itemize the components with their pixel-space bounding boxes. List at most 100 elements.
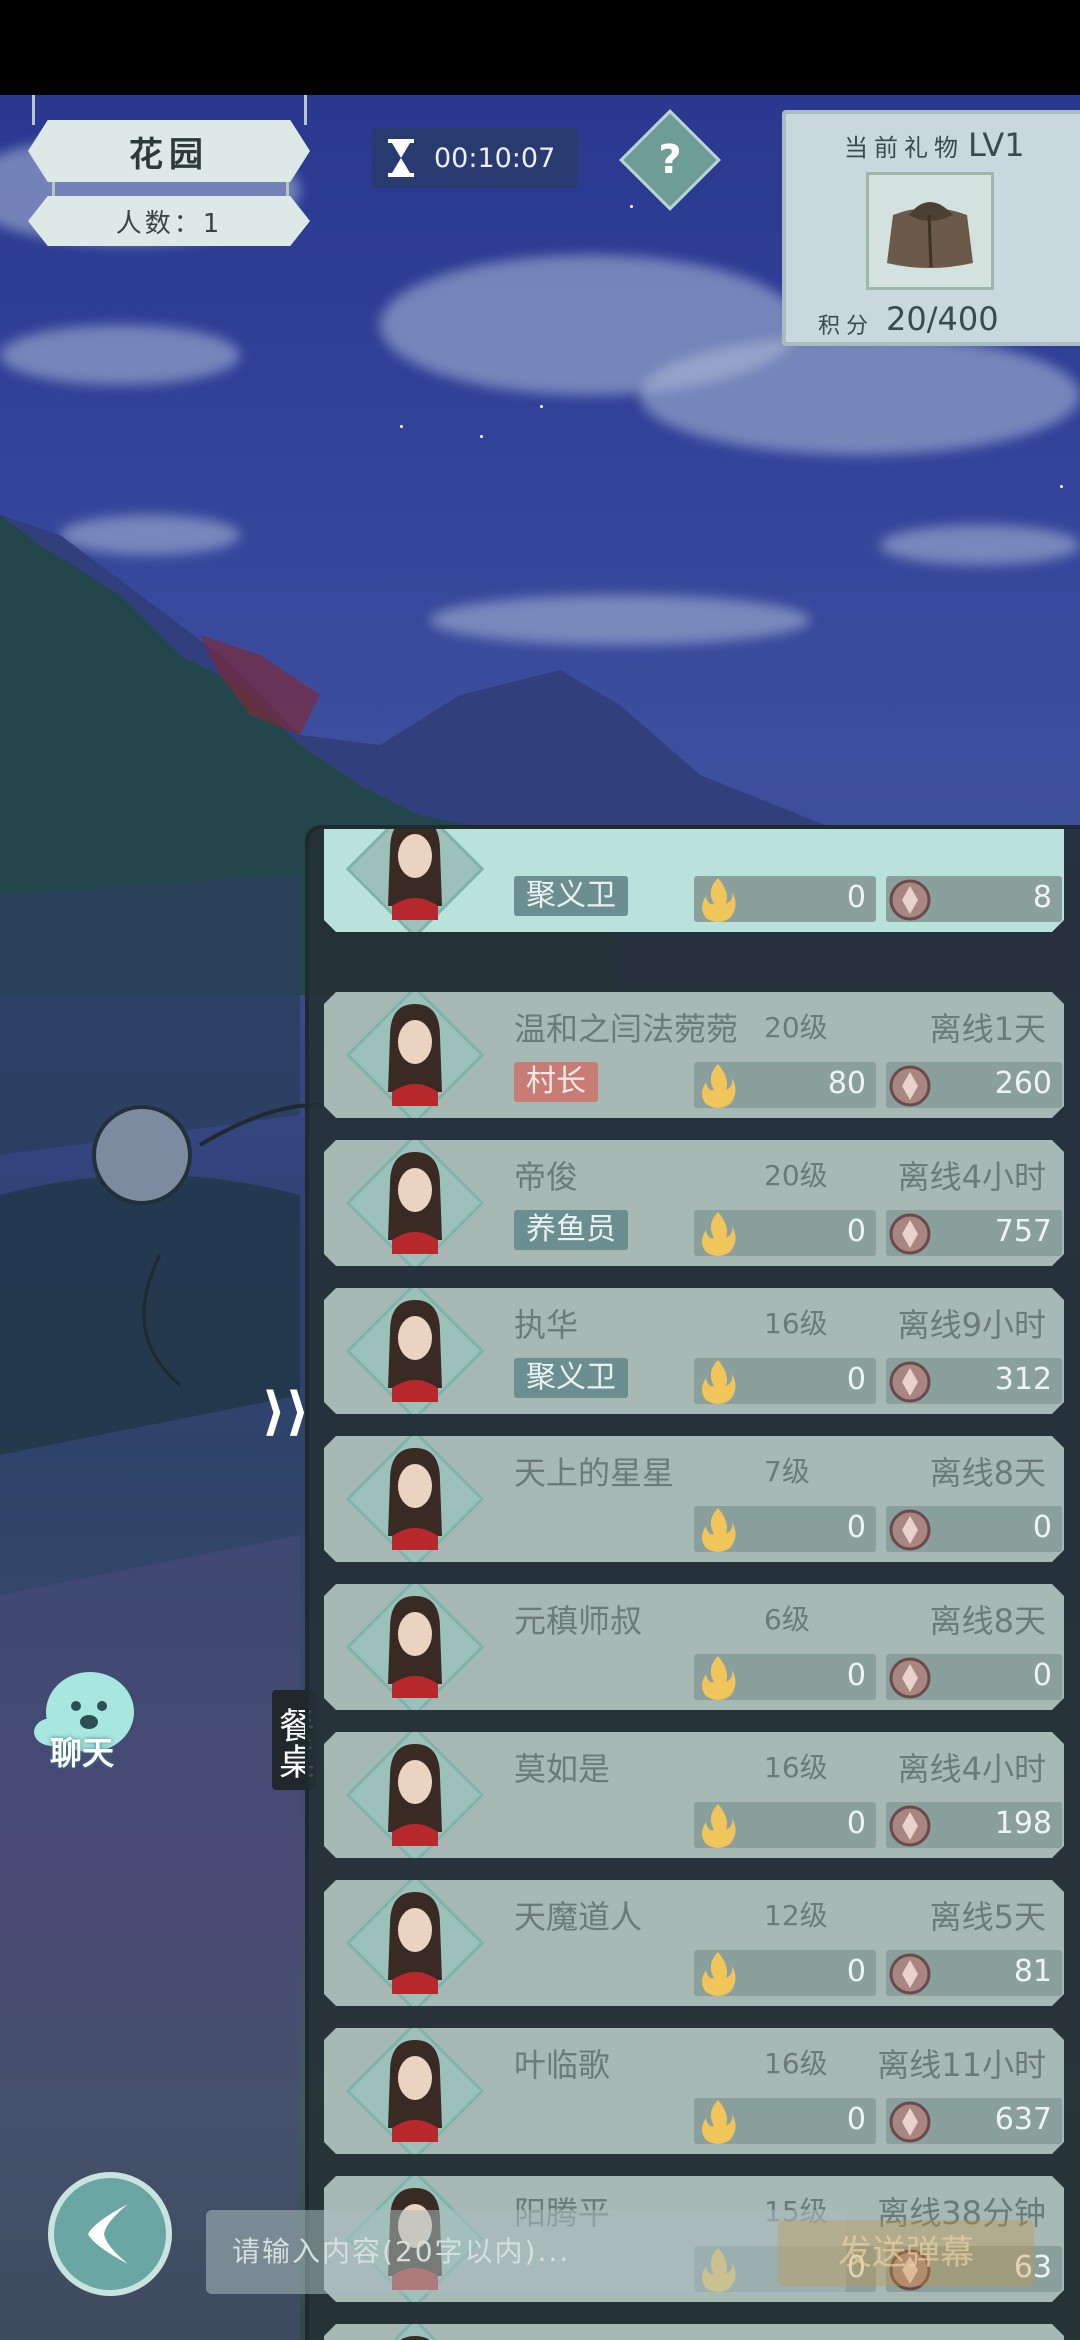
coin-value: 637 — [994, 2102, 1052, 2137]
current-gift-panel[interactable]: 当前礼物 LV1 积分 20/400 — [782, 110, 1080, 346]
coin-stat: 0 — [886, 1506, 1062, 1552]
player-level: 16级 — [764, 2047, 828, 2080]
flame-icon — [696, 2096, 740, 2146]
gift-label-wrap: 当前礼物 LV1 — [844, 126, 1025, 164]
flame-icon — [696, 1060, 740, 1110]
fire-value: 0 — [846, 1510, 866, 1545]
player-status: 离线9小时 — [897, 1306, 1046, 1344]
coin-value: 198 — [994, 1806, 1052, 1841]
score-value: 20/400 — [886, 300, 999, 338]
coin-value: 0 — [1032, 1658, 1052, 1693]
player-status: 离线1天 — [929, 1010, 1046, 1048]
gift-level: LV1 — [968, 126, 1025, 164]
sign-rope — [52, 182, 55, 198]
player-row[interactable]: 元稹师叔 6级 离线8天 0 0 — [324, 1584, 1064, 1710]
player-name: 元稹师叔 — [514, 1602, 643, 1640]
fire-stat: 0 — [694, 1506, 876, 1552]
player-name: 叶临歌 — [514, 2046, 611, 2084]
fire-value: 0 — [846, 1806, 866, 1841]
avatar — [376, 1144, 454, 1254]
avatar — [376, 2328, 454, 2340]
fire-value: 0 — [846, 1214, 866, 1249]
fire-value: 0 — [846, 880, 866, 915]
coin-stat: 8 — [886, 876, 1062, 922]
player-level: 7级 — [764, 1455, 810, 1488]
coin-value: 757 — [994, 1214, 1052, 1249]
role-badge: 聚义卫 — [514, 1358, 628, 1398]
player-level: 20级 — [764, 1159, 828, 1192]
coin-icon — [888, 874, 932, 924]
coin-stat: 198 — [886, 1802, 1062, 1848]
avatar — [376, 2032, 454, 2142]
fire-value: 0 — [846, 1658, 866, 1693]
flame-icon — [696, 1208, 740, 1258]
sign-rope — [32, 95, 35, 125]
back-button[interactable] — [48, 2172, 172, 2296]
coin-icon — [888, 2096, 932, 2146]
fire-value: 80 — [827, 1066, 866, 1101]
sign-rope — [304, 95, 307, 125]
location-name: 花园 — [129, 134, 209, 175]
player-level: 16级 — [764, 1307, 828, 1340]
hourglass-icon — [388, 139, 414, 177]
coin-stat: 757 — [886, 1210, 1062, 1256]
player-row[interactable]: 聚义卫 0 8 — [324, 825, 1064, 932]
avatar — [376, 825, 454, 920]
help-icon: ? — [658, 137, 682, 183]
coin-icon — [888, 1356, 932, 1406]
coin-value: 312 — [994, 1362, 1052, 1397]
coin-value: 81 — [1013, 1954, 1052, 1989]
flame-icon — [696, 1504, 740, 1554]
chat-label[interactable]: 聊天 — [50, 1728, 114, 1774]
player-row[interactable]: 叶临歌 16级 离线11小时 0 637 — [324, 2028, 1064, 2154]
avatar — [376, 996, 454, 1106]
player-status: 离线5天 — [929, 1898, 1046, 1936]
score-label: 积分 — [818, 314, 875, 339]
flame-icon — [696, 1800, 740, 1850]
player-name: 天上的星星 — [514, 1454, 675, 1492]
coin-stat: 81 — [886, 1950, 1062, 1996]
player-row[interactable]: 天魔道人 12级 离线5天 0 81 — [324, 1880, 1064, 2006]
role-badge: 村长 — [514, 1062, 598, 1102]
timer-value: 00:10:07 — [434, 142, 556, 174]
avatar — [376, 1588, 454, 1698]
coin-icon — [888, 1948, 932, 1998]
player-status: 离线4小时 — [897, 1750, 1046, 1788]
player-row[interactable]: 天上的星星 7级 离线8天 0 0 — [324, 1436, 1064, 1562]
coin-value: 0 — [1032, 1510, 1052, 1545]
player-name: 莫如是 — [514, 1750, 611, 1788]
coin-stat: 260 — [886, 1062, 1062, 1108]
fire-stat: 0 — [694, 2098, 876, 2144]
coin-icon — [888, 1504, 932, 1554]
fire-stat: 0 — [694, 1210, 876, 1256]
player-row[interactable]: 帝俊 20级 离线4小时 养鱼员 0 757 — [324, 1140, 1064, 1266]
fire-value: 0 — [846, 1362, 866, 1397]
flame-icon — [696, 874, 740, 924]
player-level: 6级 — [764, 1603, 810, 1636]
player-row[interactable]: 执华 16级 离线9小时 聚义卫 0 312 — [324, 1288, 1064, 1414]
player-level: 12级 — [764, 1899, 828, 1932]
status-bar — [0, 0, 1080, 95]
player-row[interactable]: 时意10级离线1小时 — [324, 2324, 1064, 2340]
send-danmaku-button[interactable]: 发送弹幕 — [778, 2220, 1034, 2286]
coin-icon — [888, 1208, 932, 1258]
chat-input[interactable]: 请输入内容(20字以内)... — [206, 2210, 846, 2294]
double-chevron-icon: ⟩⟩ — [262, 1382, 310, 1442]
avatar — [376, 1884, 454, 1994]
player-row[interactable]: 莫如是 16级 离线4小时 0 198 — [324, 1732, 1064, 1858]
player-level: 16级 — [764, 1751, 828, 1784]
flame-icon — [696, 1948, 740, 1998]
gift-bundle-icon — [887, 202, 973, 268]
role-badge: 养鱼员 — [514, 1210, 628, 1250]
gift-box-icon[interactable] — [866, 172, 994, 290]
player-row[interactable]: 温和之闫法菀菀 20级 离线1天 村长 80 260 — [324, 992, 1064, 1118]
player-status: 离线1小时 — [898, 2336, 1046, 2340]
player-status: 离线8天 — [929, 1454, 1046, 1492]
flame-icon — [696, 1356, 740, 1406]
coin-stat: 312 — [886, 1358, 1062, 1404]
player-status: 离线11小时 — [877, 2046, 1046, 2084]
role-badge: 聚义卫 — [514, 876, 628, 916]
player-name: 帝俊 — [514, 1158, 579, 1196]
flame-icon — [696, 1652, 740, 1702]
player-list-panel[interactable]: 聚义卫 0 8 温和之闫法菀菀 20级 离线1天 村长 80 260 帝俊 20级 离线4小时 养鱼员 0… — [305, 825, 1080, 2340]
